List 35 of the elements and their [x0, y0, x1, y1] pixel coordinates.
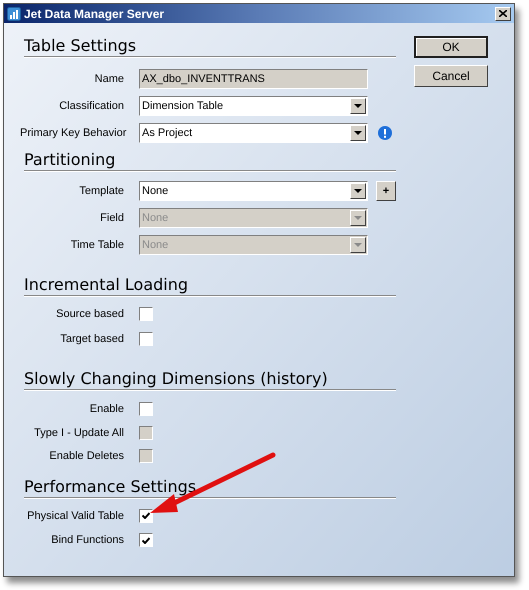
dropdown[interactable]: Dimension Table	[139, 96, 368, 116]
field-label: Primary Key Behavior	[20, 126, 124, 141]
section-heading: Incremental Loading	[24, 275, 396, 296]
field-label: Enable	[88, 402, 124, 417]
section-heading: Partitioning	[24, 150, 396, 171]
check-icon	[142, 536, 150, 544]
dropdown[interactable]: As Project	[139, 123, 368, 143]
field-label: Classification	[58, 98, 124, 114]
field-label: Field	[99, 210, 124, 226]
add-button[interactable]: +	[376, 181, 396, 201]
app-icon	[7, 6, 21, 20]
close-button[interactable]	[495, 6, 511, 20]
close-icon	[499, 10, 507, 17]
section-heading: Slowly Changing Dimensions (history)	[24, 369, 396, 390]
field-label: Name	[94, 72, 124, 87]
field-label: Type I - Update All	[33, 426, 124, 440]
field-label: Template	[78, 184, 124, 199]
checkbox[interactable]	[139, 402, 153, 416]
section-heading: Table Settings	[24, 36, 396, 57]
section-heading: Performance Settings	[24, 476, 396, 498]
dialog-button[interactable]: OK	[414, 36, 488, 58]
field-label: Target based	[59, 332, 124, 346]
dropdown[interactable]: None	[139, 181, 368, 201]
checkbox[interactable]	[139, 533, 153, 548]
checkbox[interactable]	[139, 508, 153, 523]
checkbox[interactable]	[139, 332, 153, 346]
field-label: Bind Functions	[50, 533, 124, 548]
window-title: Jet Data Manager Server	[24, 6, 166, 22]
check-icon	[142, 512, 150, 520]
field-label: Physical Valid Table	[26, 508, 124, 524]
dialog-button[interactable]: Cancel	[414, 65, 488, 87]
checkbox[interactable]	[139, 307, 153, 322]
field-label: Time Table	[70, 238, 124, 253]
field-label: Source based	[55, 307, 124, 322]
field-label: Enable Deletes	[48, 449, 124, 464]
